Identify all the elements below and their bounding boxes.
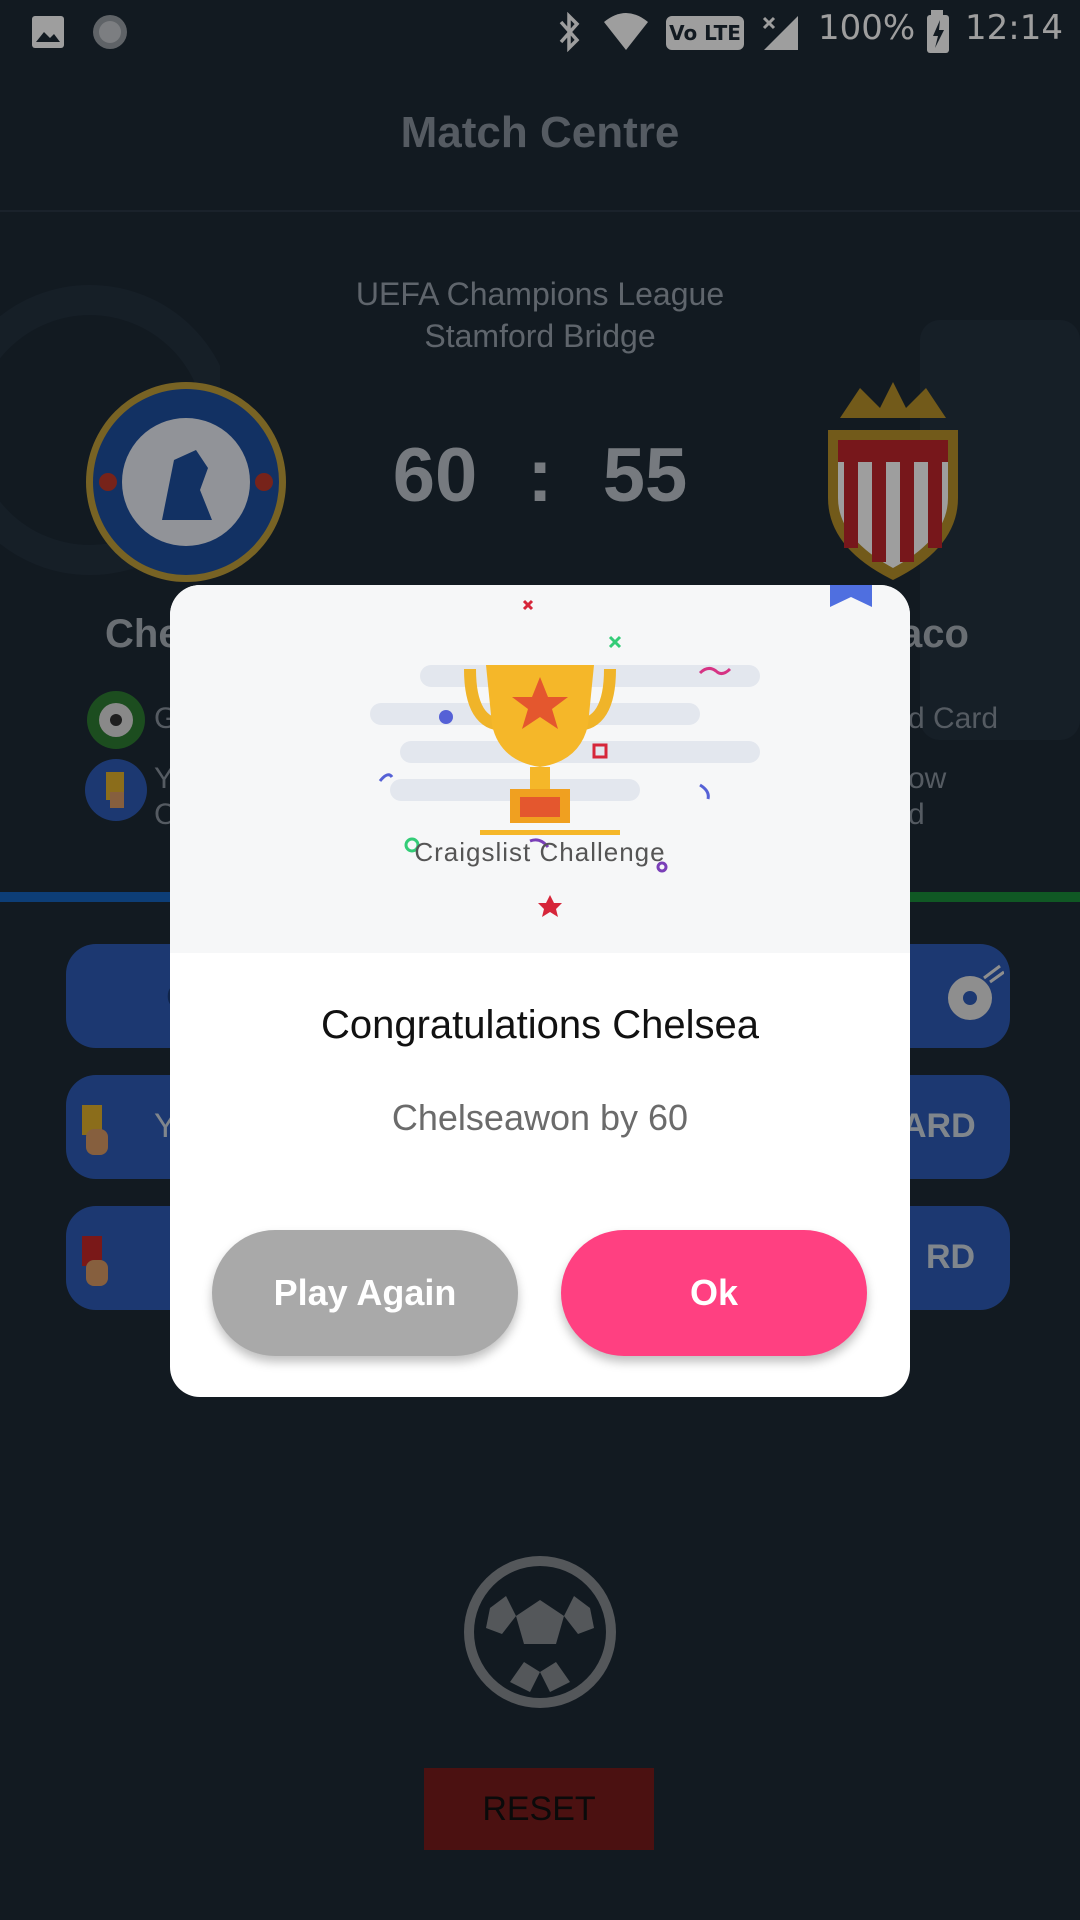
dialog-hero: Craigslist Challenge	[170, 585, 910, 953]
play-again-button[interactable]: Play Again	[212, 1230, 518, 1356]
trophy-illustration	[370, 585, 872, 917]
ok-button[interactable]: Ok	[561, 1230, 867, 1356]
dialog-title: Congratulations Chelsea	[320, 1003, 760, 1047]
hero-label: Craigslist Challenge	[414, 837, 666, 867]
dialog-message: Chelseawon by 60	[391, 1097, 689, 1138]
result-dialog: Craigslist Challenge Congratulations Che…	[170, 585, 910, 1397]
